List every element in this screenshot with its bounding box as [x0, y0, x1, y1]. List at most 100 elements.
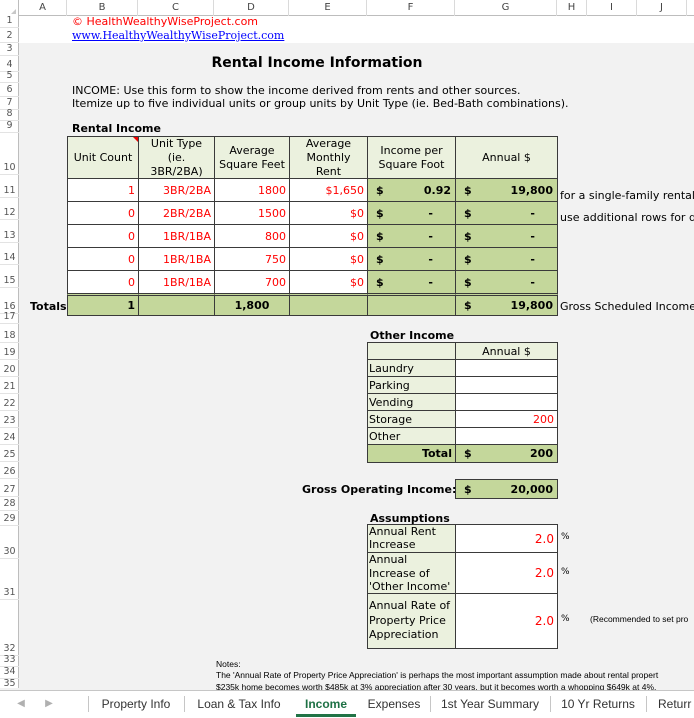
row-header[interactable]: 31 [0, 559, 19, 600]
unit-type-cell[interactable]: 3BR/2BA [138, 178, 215, 202]
row-header[interactable]: 5 [0, 70, 19, 83]
column-header-j[interactable]: J [637, 0, 687, 16]
row-header[interactable]: 15 [0, 265, 19, 288]
row-header[interactable]: 29 [0, 511, 19, 526]
annual-cell: $ - [455, 270, 558, 294]
value: 20,000 [510, 482, 553, 496]
row-note: use additional rows for dup [560, 211, 694, 224]
row-header[interactable]: 32 [0, 600, 19, 656]
value: - [428, 252, 433, 266]
other-income-value[interactable]: 200 [455, 410, 558, 428]
other-income-value[interactable] [455, 393, 558, 411]
value: - [428, 229, 433, 243]
assumption-value[interactable]: 2.0 [455, 552, 558, 594]
sheet-tab-1st-year-summary[interactable]: 1st Year Summary [432, 691, 548, 717]
monthly-rent-cell[interactable]: $0 [289, 247, 368, 271]
row-header[interactable]: 19 [0, 343, 19, 360]
unit-count-cell[interactable]: 0 [67, 224, 139, 248]
other-income-value[interactable] [455, 376, 558, 394]
currency-symbol: $ [464, 447, 472, 460]
unit-type-cell[interactable]: 2BR/2BA [138, 201, 215, 225]
sheet-tab-expenses[interactable]: Expenses [360, 691, 428, 717]
row-header[interactable]: 27 [0, 479, 19, 497]
assumption-value[interactable]: 2.0 [455, 593, 558, 649]
col-header-annual: Annual $ [455, 136, 558, 179]
other-income-value[interactable] [455, 359, 558, 377]
unit-count-cell[interactable]: 0 [67, 201, 139, 225]
unit-count-cell[interactable]: 1 [67, 178, 139, 202]
currency-symbol: $ [376, 229, 384, 243]
row-header[interactable]: 9 [0, 120, 19, 133]
row-header[interactable]: 23 [0, 411, 19, 428]
row-header[interactable]: 18 [0, 324, 19, 343]
column-header-g[interactable]: G [455, 0, 557, 16]
currency-symbol: $ [464, 482, 472, 496]
sqft-cell[interactable]: 800 [214, 224, 290, 248]
income-per-sqft-cell: $ - [367, 201, 456, 225]
row-header[interactable]: 28 [0, 497, 19, 511]
row-header[interactable]: 6 [0, 83, 19, 97]
column-header-b[interactable]: B [67, 0, 138, 16]
column-header-c[interactable]: C [138, 0, 214, 16]
total-sqft: 1,800 [214, 293, 290, 316]
column-header-h[interactable]: H [557, 0, 587, 16]
assumption-value[interactable]: 2.0 [455, 524, 558, 553]
sheet-tab-10-yr-returns[interactable]: 10 Yr Returns [552, 691, 644, 717]
row-header[interactable]: 22 [0, 394, 19, 411]
value: 0.92 [423, 183, 451, 197]
row-header[interactable]: 24 [0, 428, 19, 445]
sqft-cell[interactable]: 1500 [214, 201, 290, 225]
column-header-e[interactable]: E [289, 0, 367, 16]
sheet-tab-income[interactable]: Income [296, 691, 356, 717]
col-header-income-per-sqft: Income per Square Foot [367, 136, 456, 179]
row-header[interactable]: 21 [0, 377, 19, 394]
other-income-value[interactable] [455, 427, 558, 445]
row-header[interactable]: 12 [0, 198, 19, 220]
row-header[interactable]: 30 [0, 526, 19, 559]
row-header[interactable]: 2 [0, 28, 19, 43]
unit-type-cell[interactable]: 1BR/1BA [138, 224, 215, 248]
assumption-label: Annual Rate of Property Price Appreciati… [367, 593, 456, 649]
row-header[interactable]: 25 [0, 445, 19, 462]
value: - [428, 275, 433, 289]
monthly-rent-cell[interactable]: $0 [289, 270, 368, 294]
annual-cell: $ - [455, 201, 558, 225]
row-header[interactable]: 26 [0, 462, 19, 479]
sqft-cell[interactable]: 750 [214, 247, 290, 271]
column-header-a[interactable]: A [19, 0, 67, 16]
row-header[interactable]: 14 [0, 243, 19, 265]
column-header-f[interactable]: F [367, 0, 455, 16]
total-annual: $19,800 [455, 293, 558, 316]
unit-count-cell[interactable]: 0 [67, 247, 139, 271]
select-all-corner[interactable] [0, 0, 19, 16]
other-income-label: Other [367, 427, 456, 445]
row-header[interactable]: 11 [0, 175, 19, 198]
sqft-cell[interactable]: 1800 [214, 178, 290, 202]
row-header-bar: 1 2 3 4 5 6 7 8 9 10 11 12 13 14 15 16 1… [0, 15, 19, 703]
col-header-avg-rent: Average Monthly Rent [289, 136, 368, 179]
monthly-rent-cell[interactable]: $1,650 [289, 178, 368, 202]
sheet-tab-loan-tax-info[interactable]: Loan & Tax Info [186, 691, 292, 717]
sqft-cell[interactable]: 700 [214, 270, 290, 294]
website-link[interactable]: www.HealthyWealthyWiseProject.com [72, 29, 284, 42]
row-header[interactable]: 1 [0, 15, 19, 28]
scroll-tabs-right-icon[interactable]: ▶ [42, 691, 56, 717]
row-header[interactable]: 20 [0, 360, 19, 377]
value: 19,800 [510, 183, 553, 197]
scroll-tabs-left-icon[interactable]: ◀ [14, 691, 28, 717]
monthly-rent-cell[interactable]: $0 [289, 224, 368, 248]
col-header-avg-sqft: Average Square Feet [214, 136, 290, 179]
other-income-section-label: Other Income [370, 329, 455, 342]
sheet-tab-property-info[interactable]: Property Info [90, 691, 182, 717]
column-header-d[interactable]: D [214, 0, 289, 16]
sheet-tab-returns[interactable]: Returr [648, 691, 694, 717]
row-header[interactable]: 13 [0, 220, 19, 243]
row-header[interactable]: 10 [0, 133, 19, 175]
column-header-i[interactable]: I [587, 0, 637, 16]
unit-count-cell[interactable]: 0 [67, 270, 139, 294]
unit-type-cell[interactable]: 1BR/1BA [138, 270, 215, 294]
appreciation-note: (Recommended to set pro [590, 614, 689, 624]
row-header[interactable]: 17 [0, 311, 19, 324]
monthly-rent-cell[interactable]: $0 [289, 201, 368, 225]
unit-type-cell[interactable]: 1BR/1BA [138, 247, 215, 271]
